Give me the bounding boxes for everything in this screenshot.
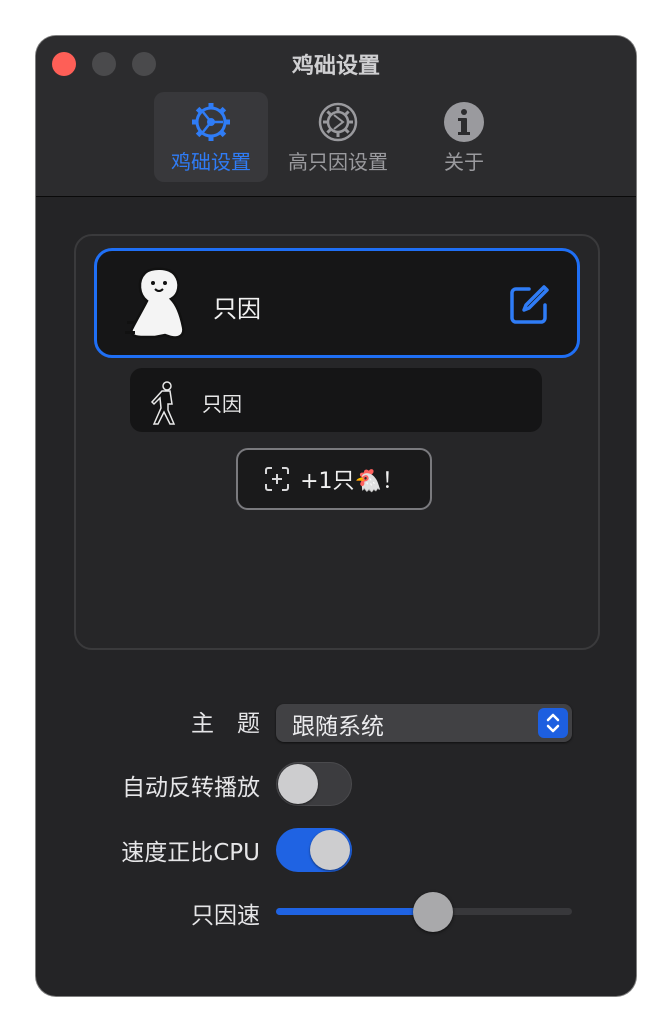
theme-label: 主 题 (191, 711, 260, 737)
theme-value: 跟随系统 (292, 714, 384, 740)
window-title: 鸡础设置 (291, 54, 380, 79)
speed-slider-knob[interactable] (412, 892, 453, 932)
speed-label: 只因速 (191, 903, 260, 929)
edit-icon[interactable] (507, 283, 551, 327)
dancer-silhouette-icon (150, 381, 176, 425)
toggle-knob (278, 764, 318, 804)
auto-reverse-label: 自动反转播放 (122, 775, 260, 801)
title-bar: 鸡础设置 鸡础设置 高只因设置 关于 (36, 36, 636, 197)
add-character-button[interactable]: +1只🐔！ (236, 448, 432, 510)
add-frame-icon (265, 467, 290, 491)
cartoon-avatar-icon (125, 267, 185, 339)
tab-about[interactable]: 关于 (416, 92, 512, 182)
tab-basic-settings[interactable]: 鸡础设置 (154, 92, 268, 182)
tab-label: 关于 (444, 150, 484, 174)
tab-advanced-settings[interactable]: 高只因设置 (276, 92, 400, 182)
chevron-updown-icon (538, 708, 568, 738)
item-name: 只因 (213, 295, 261, 323)
info-icon (444, 102, 484, 142)
speed-cpu-toggle[interactable] (276, 828, 352, 872)
tab-label: 高只因设置 (288, 150, 388, 174)
auto-reverse-toggle[interactable] (276, 762, 352, 806)
gear-advanced-icon (318, 102, 358, 142)
add-button-label: +1只🐔！ (300, 469, 404, 494)
list-item[interactable]: 只因 (130, 368, 542, 432)
settings-window: 鸡础设置 鸡础设置 高只因设置 关于 只因 只因 +1只🐔！ 主 题 跟随系统 … (36, 36, 636, 996)
list-item-selected[interactable]: 只因 (94, 248, 580, 358)
gear-icon (192, 103, 230, 141)
toggle-knob (310, 830, 350, 870)
item-name: 只因 (202, 392, 242, 416)
speed-cpu-label: 速度正比CPU (121, 840, 260, 866)
speed-slider-fill (276, 908, 433, 915)
theme-select[interactable]: 跟随系统 (276, 704, 572, 742)
tab-label: 鸡础设置 (171, 150, 251, 174)
